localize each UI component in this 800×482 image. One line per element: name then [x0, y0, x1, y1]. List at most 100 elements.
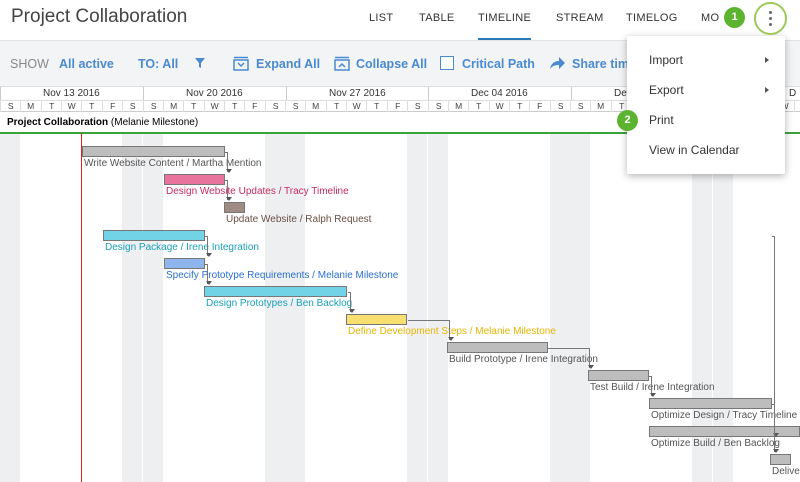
critical-path-label[interactable]: Critical Path: [462, 57, 535, 71]
day-label: T: [183, 101, 203, 112]
step-badge-1: 1: [724, 7, 745, 28]
share-timeline-button[interactable]: Share tim: [572, 57, 629, 71]
tab-more[interactable]: MO: [701, 12, 719, 24]
task-label[interactable]: Specify Prototype Requirements / Melanie…: [166, 270, 398, 281]
day-label: S: [265, 101, 285, 112]
filter-icon[interactable]: [194, 57, 206, 69]
connector-arrow-icon: [448, 337, 454, 341]
day-label: S: [285, 101, 305, 112]
tab-table[interactable]: TABLE: [419, 12, 455, 24]
task-label[interactable]: Optimize Design / Tracy Timeline: [651, 410, 797, 421]
task-bar[interactable]: [346, 314, 407, 325]
more-options-menu: Import Export Print View in Calendar: [627, 36, 785, 174]
show-label: SHOW: [10, 57, 49, 71]
tab-stream[interactable]: STREAM: [556, 12, 604, 24]
day-label: T: [509, 101, 529, 112]
day-label: S: [122, 101, 142, 112]
task-label[interactable]: Optimize Build / Ben Backlog: [651, 438, 780, 449]
task-bar[interactable]: [649, 398, 772, 409]
project-name: Project Collaboration: [7, 117, 109, 128]
connector-arrow-icon: [206, 281, 212, 285]
page-title: Project Collaboration: [11, 6, 188, 27]
task-bar[interactable]: [224, 202, 245, 213]
menu-item-import[interactable]: Import: [649, 53, 683, 67]
connector-arrow-icon: [773, 449, 779, 453]
expand-all-button[interactable]: Expand All: [256, 57, 320, 71]
task-bar[interactable]: [82, 146, 225, 157]
weekend-shade: [407, 113, 427, 482]
day-label: T: [794, 101, 800, 112]
day-label: F: [244, 101, 264, 112]
expand-all-icon: [233, 56, 249, 71]
task-label[interactable]: Design Prototypes / Ben Backlog: [206, 298, 352, 309]
day-label: W: [489, 101, 509, 112]
share-icon: [550, 57, 565, 69]
week-label: Nov 27 2016: [286, 87, 428, 101]
dependency-connector: [408, 320, 450, 340]
day-label: F: [387, 101, 407, 112]
connector-arrow-icon: [588, 365, 594, 369]
menu-item-export[interactable]: Export: [649, 83, 684, 97]
day-label: W: [204, 101, 224, 112]
day-label: S: [143, 101, 163, 112]
task-label[interactable]: Delive: [772, 466, 800, 477]
menu-item-print[interactable]: Print: [649, 113, 674, 127]
week-label: Dec 04 2016: [428, 87, 571, 101]
project-owner: (Melanie Milestone): [110, 117, 199, 128]
tab-list[interactable]: LIST: [369, 12, 393, 24]
task-label[interactable]: Define Development Steps / Melanie Miles…: [348, 326, 556, 337]
connector-arrow-icon: [226, 197, 232, 201]
day-label: M: [448, 101, 468, 112]
weekend-shade: [550, 113, 570, 482]
assignee-filter-dropdown[interactable]: TO: All: [138, 57, 178, 71]
day-label: W: [61, 101, 81, 112]
week-label: Nov 20 2016: [143, 87, 286, 101]
kebab-dot: [769, 17, 772, 20]
day-label: F: [529, 101, 549, 112]
day-label: S: [550, 101, 570, 112]
task-bar[interactable]: [447, 342, 548, 353]
day-label: M: [20, 101, 40, 112]
task-label[interactable]: Write Website Content / Martha Mention: [84, 158, 262, 169]
day-label: M: [305, 101, 325, 112]
task-bar[interactable]: [164, 258, 205, 269]
day-label: S: [0, 101, 20, 112]
day-label: T: [81, 101, 101, 112]
task-label[interactable]: Design Website Updates / Tracy Timeline: [166, 186, 349, 197]
tab-timeline[interactable]: TIMELINE: [478, 12, 532, 40]
dependency-connector: [772, 404, 775, 452]
menu-item-view-in-calendar[interactable]: View in Calendar: [649, 143, 740, 157]
project-label: Project Collaboration (Melanie Milestone…: [7, 117, 198, 128]
submenu-arrow-icon: [765, 87, 769, 93]
day-label: T: [468, 101, 488, 112]
day-label: T: [224, 101, 244, 112]
weekend-shade: [570, 113, 590, 482]
task-bar[interactable]: [588, 370, 649, 381]
connector-arrow-icon: [650, 393, 656, 397]
day-label: S: [570, 101, 590, 112]
task-label[interactable]: Design Package / Irene Integration: [105, 242, 259, 253]
critical-path-checkbox[interactable]: [440, 56, 454, 70]
task-bar[interactable]: [164, 174, 225, 185]
app-header: Project Collaboration LIST TABLE TIMELIN…: [0, 0, 800, 40]
submenu-arrow-icon: [765, 57, 769, 63]
collapse-all-icon: [334, 56, 350, 71]
day-label: S: [428, 101, 448, 112]
collapse-all-button[interactable]: Collapse All: [356, 57, 427, 71]
task-label[interactable]: Test Build / Irene Integration: [590, 382, 715, 393]
day-label: T: [41, 101, 61, 112]
show-filter-dropdown[interactable]: All active: [59, 57, 114, 71]
task-bar[interactable]: [103, 230, 205, 241]
weekend-shade: [428, 113, 448, 482]
more-options-button[interactable]: [754, 2, 787, 35]
task-bar[interactable]: [204, 286, 347, 297]
weekend-shade: [0, 113, 20, 482]
tab-timelog[interactable]: TIMELOG: [626, 12, 678, 24]
day-label: S: [407, 101, 427, 112]
task-label[interactable]: Update Website / Ralph Request: [226, 214, 371, 225]
week-label: Nov 13 2016: [0, 87, 143, 101]
day-label: T: [366, 101, 386, 112]
today-marker: [81, 133, 82, 482]
task-bar[interactable]: [770, 454, 791, 465]
dependency-connector: [548, 348, 590, 368]
